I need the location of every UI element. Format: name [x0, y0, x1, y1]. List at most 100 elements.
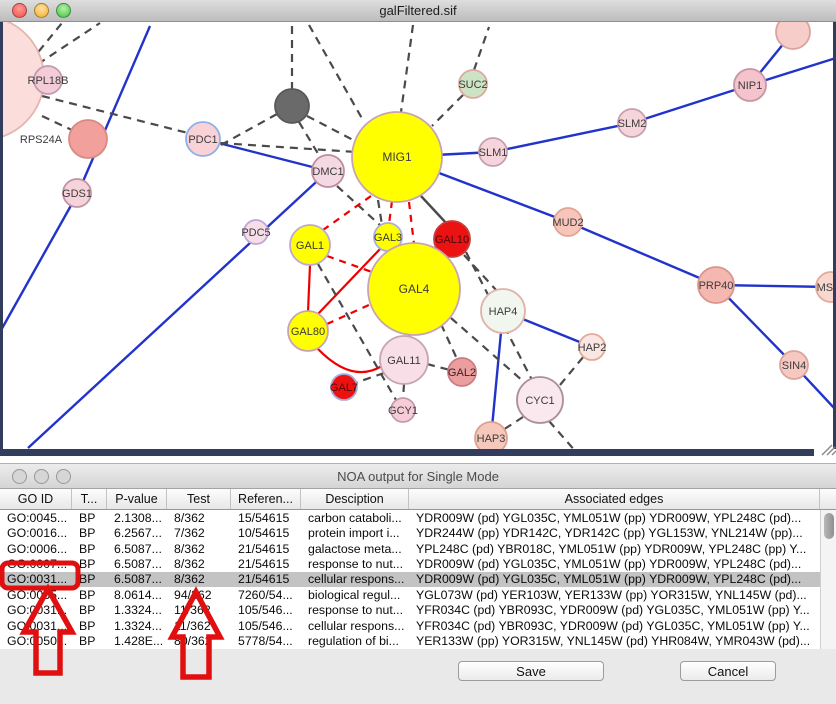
column-header-go-id[interactable]: GO ID — [0, 489, 72, 509]
network-edge[interactable] — [327, 304, 371, 324]
button-bar: Save Cancel — [0, 649, 836, 704]
cell: 1.3324... — [107, 603, 167, 618]
column-header-referen[interactable]: Referen... — [231, 489, 301, 509]
network-edge[interactable] — [28, 171, 328, 448]
node-label: GAL80 — [291, 326, 325, 338]
table-row[interactable]: GO:0031...BP1.3324...11/362105/546...cel… — [0, 618, 820, 633]
network-edge[interactable] — [0, 193, 78, 332]
cell: 8/362 — [167, 510, 231, 525]
network-edge[interactable] — [632, 85, 750, 123]
cancel-button[interactable]: Cancel — [680, 661, 776, 681]
table-row[interactable]: GO:0065...BP8.0614...94/3627260/54...bio… — [0, 587, 820, 602]
cell: 105/546... — [231, 603, 301, 618]
network-edge[interactable] — [221, 114, 277, 145]
table-row[interactable]: GO:0031...BP6.5087...8/36221/54615cellul… — [0, 572, 820, 587]
network-node-rps24a[interactable] — [69, 120, 107, 158]
network-edge[interactable] — [421, 196, 447, 224]
cell: 11/362 — [167, 603, 231, 618]
network-edge[interactable] — [309, 25, 364, 122]
network-node[interactable] — [776, 22, 810, 49]
cell: BP — [72, 603, 107, 618]
network-edge[interactable] — [401, 25, 413, 112]
network-edge[interactable] — [432, 95, 463, 126]
node-label: SUC2 — [458, 79, 487, 91]
network-node[interactable] — [275, 89, 309, 123]
table-row[interactable]: GO:0050...BP1.428E...80/3625778/54...reg… — [0, 634, 820, 649]
node-label: RPL18B — [28, 75, 69, 87]
network-edge[interactable] — [307, 116, 357, 142]
network-edge[interactable] — [441, 324, 457, 359]
network-edge[interactable] — [493, 123, 632, 152]
table-row[interactable]: GO:0016...BP6.2567...7/36210/54615protei… — [0, 525, 820, 540]
resize-grip-icon[interactable] — [832, 451, 836, 455]
cell: 2.1308... — [107, 510, 167, 525]
window-title: NOA output for Single Mode — [0, 469, 836, 484]
cell: YER133W (pp) YOR315W, YNL145W (pd) YHR08… — [409, 634, 820, 649]
network-edge[interactable] — [403, 384, 404, 399]
window-title: galFiltered.sif — [0, 3, 836, 18]
network-edge[interactable] — [560, 356, 584, 385]
cell: 8/362 — [167, 541, 231, 556]
node-label: PRP40 — [699, 280, 734, 292]
cell: regulation of bi... — [301, 634, 409, 649]
cell: BP — [72, 618, 107, 633]
cell: GO:0045... — [0, 510, 72, 525]
network-edge[interactable] — [299, 122, 320, 157]
network-edge[interactable] — [549, 421, 577, 453]
column-header-associated-edges[interactable]: Associated edges — [409, 489, 820, 509]
node-label: CYC1 — [525, 395, 554, 407]
cell: biological regul... — [301, 587, 409, 602]
network-edge[interactable] — [78, 26, 150, 193]
vertical-scrollbar[interactable] — [820, 510, 836, 649]
node-label: GAL10 — [435, 234, 469, 246]
column-header-test[interactable]: Test — [167, 489, 231, 509]
network-canvas[interactable]: RPL18BRPS24AGDS1PDC1DMC1MIG1SUC2SLM1SLM2… — [0, 22, 836, 456]
network-edge[interactable] — [389, 201, 392, 224]
save-button[interactable]: Save — [458, 661, 604, 681]
scrollbar-thumb[interactable] — [824, 513, 834, 539]
noa-window-titlebar: NOA output for Single Mode — [0, 463, 836, 489]
network-edge[interactable] — [323, 196, 371, 230]
cell: 7260/54... — [231, 587, 301, 602]
node-label: RPS24A — [20, 134, 63, 146]
column-header-p-value[interactable]: P-value — [107, 489, 167, 509]
cell: 6.5087... — [107, 556, 167, 571]
network-edge[interactable] — [42, 116, 74, 131]
network-edge[interactable] — [38, 23, 100, 64]
cell: GO:0065... — [0, 587, 72, 602]
table-row[interactable]: GO:0006...BP6.5087...8/36221/54615galact… — [0, 541, 820, 556]
cell: 1.3324... — [107, 618, 167, 633]
node-label: MIG1 — [382, 150, 412, 164]
cell: BP — [72, 634, 107, 649]
network-edge[interactable] — [308, 265, 310, 312]
table-row[interactable]: GO:0031...BP1.3324...11/362105/546...res… — [0, 603, 820, 618]
cell: YGL073W (pd) YER103W, YER133W (pp) YOR31… — [409, 587, 820, 602]
cell: 6.5087... — [107, 541, 167, 556]
cell: YFR034C (pd) YBR093C, YDR009W (pd) YGL03… — [409, 618, 820, 633]
cell: BP — [72, 587, 107, 602]
cell: 94/362 — [167, 587, 231, 602]
node-label: NIP1 — [738, 80, 762, 92]
network-window-titlebar: galFiltered.sif — [0, 0, 836, 22]
column-header-desciption[interactable]: Desciption — [301, 489, 409, 509]
network-edge[interactable] — [464, 255, 497, 291]
network-edge[interactable] — [409, 202, 414, 244]
cell: protein import i... — [301, 525, 409, 540]
table-row[interactable]: GO:0045...BP2.1308...8/36215/54615carbon… — [0, 510, 820, 525]
cell: BP — [72, 541, 107, 556]
resize-grip-icon[interactable] — [822, 445, 832, 455]
network-edge[interactable] — [427, 364, 450, 370]
cell: BP — [72, 572, 107, 587]
column-header-t[interactable]: T... — [72, 489, 107, 509]
network-edge[interactable] — [474, 27, 489, 70]
network-edge[interactable] — [568, 222, 716, 285]
network-edge[interactable] — [355, 373, 384, 383]
canvas-border-left — [0, 22, 3, 456]
table-row[interactable]: GO:0007...BP6.5087...8/36221/54615respon… — [0, 556, 820, 571]
node-label: SLM2 — [618, 118, 647, 130]
network-edge[interactable] — [318, 349, 382, 372]
cell: GO:0016... — [0, 525, 72, 540]
cell: 21/54615 — [231, 541, 301, 556]
network-edge[interactable] — [42, 96, 188, 133]
network-edge[interactable] — [503, 417, 523, 430]
